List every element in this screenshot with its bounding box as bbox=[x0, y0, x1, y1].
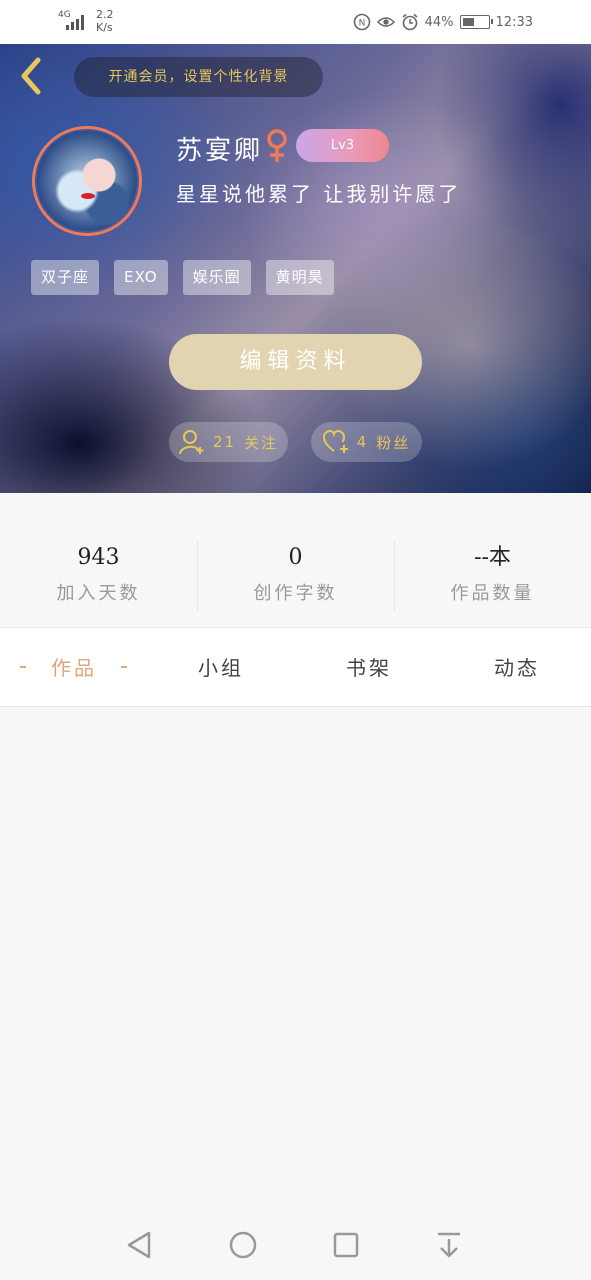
network-speed-value: 2.2 bbox=[96, 8, 114, 21]
vip-banner-button[interactable]: 开通会员，设置个性化背景 bbox=[74, 57, 323, 97]
status-bar: 4G 2.2 K/s N 44% 12:33 bbox=[0, 0, 591, 44]
tab-activity[interactable]: 动态 bbox=[482, 628, 552, 708]
female-icon bbox=[264, 128, 290, 164]
stat-value: 0 bbox=[288, 545, 303, 570]
battery-icon bbox=[459, 15, 493, 29]
notification-drawer-icon bbox=[438, 1232, 460, 1258]
nav-home-button[interactable] bbox=[226, 1228, 260, 1262]
following-count: 21 bbox=[212, 433, 237, 451]
stats-panel: 943 加入天数 0 创作字数 --本 作品数量 bbox=[0, 493, 591, 627]
interest-tags: 双子座 EXO 娱乐圈 黄明昊 bbox=[31, 260, 334, 295]
signal-icon bbox=[66, 14, 86, 30]
avatar[interactable] bbox=[32, 126, 142, 236]
fans-count: 4 bbox=[356, 433, 369, 451]
home-circle-icon bbox=[229, 1231, 257, 1259]
back-triangle-icon bbox=[127, 1231, 151, 1259]
system-nav-bar bbox=[0, 1210, 591, 1280]
level-badge: Lv3 bbox=[296, 129, 389, 162]
avatar-image bbox=[37, 131, 137, 231]
tag[interactable]: 黄明昊 bbox=[265, 260, 334, 295]
stat-word-count: 0 创作字数 bbox=[197, 543, 394, 605]
alarm-icon bbox=[401, 13, 419, 31]
nav-back-button[interactable] bbox=[122, 1228, 156, 1262]
network-speed-unit: K/s bbox=[96, 21, 113, 34]
tab-groups[interactable]: 小组 bbox=[186, 628, 256, 708]
active-tab-indicator bbox=[121, 666, 127, 668]
fans-label: 粉丝 bbox=[376, 433, 411, 452]
stat-works-count: --本 作品数量 bbox=[394, 543, 591, 605]
bio-text: 星星说他累了 让我别许愿了 bbox=[176, 182, 462, 206]
nav-notifications-button[interactable] bbox=[432, 1228, 466, 1262]
nfc-icon: N bbox=[353, 13, 371, 31]
tab-works[interactable]: 作品 bbox=[40, 628, 108, 708]
following-label: 关注 bbox=[244, 433, 279, 452]
following-button[interactable]: 21 关注 bbox=[169, 422, 288, 462]
profile-header: 开通会员，设置个性化背景 苏宴卿 Lv3 星星说他累了 让我别许愿了 双子座 E… bbox=[0, 44, 591, 493]
back-button[interactable] bbox=[14, 56, 48, 96]
stat-label: 作品数量 bbox=[450, 583, 535, 604]
add-user-icon bbox=[178, 430, 204, 455]
tab-content-area bbox=[0, 708, 591, 1210]
stat-label: 创作字数 bbox=[253, 583, 338, 604]
tag[interactable]: EXO bbox=[114, 260, 168, 295]
stat-value: 943 bbox=[77, 545, 120, 570]
nav-recents-button[interactable] bbox=[329, 1228, 363, 1262]
tag[interactable]: 双子座 bbox=[31, 260, 100, 295]
add-heart-icon bbox=[322, 430, 348, 453]
clock: 12:33 bbox=[495, 14, 533, 30]
stat-label: 加入天数 bbox=[56, 583, 141, 604]
network-speed: 2.2 K/s bbox=[96, 8, 114, 34]
tab-bookshelf[interactable]: 书架 bbox=[334, 628, 404, 708]
username: 苏宴卿 bbox=[176, 136, 264, 166]
active-tab-indicator bbox=[20, 666, 26, 668]
chevron-left-icon bbox=[21, 57, 41, 95]
edit-profile-button[interactable]: 编辑资料 bbox=[169, 334, 422, 390]
recents-square-icon bbox=[333, 1232, 359, 1258]
fans-button[interactable]: 4 粉丝 bbox=[311, 422, 422, 462]
stat-join-days: 943 加入天数 bbox=[0, 543, 197, 605]
content-tabs: 作品 小组 书架 动态 bbox=[0, 627, 591, 707]
stat-value: --本 bbox=[474, 545, 511, 570]
svg-text:N: N bbox=[358, 19, 365, 29]
tag[interactable]: 娱乐圈 bbox=[182, 260, 251, 295]
status-icons: N 44% 12:33 bbox=[353, 12, 533, 32]
battery-percent: 44% bbox=[424, 14, 454, 30]
eye-icon bbox=[376, 13, 395, 31]
